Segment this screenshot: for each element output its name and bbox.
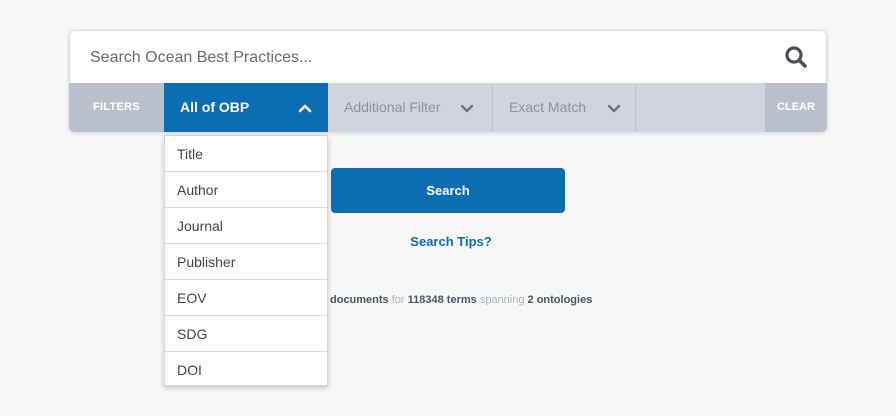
stats-documents: documents <box>330 294 389 306</box>
dropdown-item-journal[interactable]: Journal <box>165 208 327 244</box>
chevron-down-icon <box>460 102 474 114</box>
stats-ontologies: 2 ontologies <box>527 294 593 306</box>
chevron-up-icon <box>298 101 312 113</box>
search-row <box>69 30 827 83</box>
stats-terms: 118348 terms <box>407 294 477 306</box>
primary-filter-label: All of OBP <box>180 99 250 115</box>
dropdown-item-publisher[interactable]: Publisher <box>165 244 327 280</box>
dropdown-item-sdg[interactable]: SDG <box>165 316 327 352</box>
exact-match-label: Exact Match <box>509 99 587 115</box>
dropdown-item-doi[interactable]: DOI <box>165 352 327 388</box>
additional-filter-select[interactable]: Additional Filter <box>328 83 493 132</box>
chevron-down-icon <box>607 102 621 114</box>
stats-spanning: spanning <box>476 294 528 306</box>
index-stats: documents for 118348 terms spanning 2 on… <box>330 294 592 306</box>
additional-filter-label: Additional Filter <box>344 99 441 115</box>
exact-match-select[interactable]: Exact Match <box>493 83 636 132</box>
stats-for: for <box>388 294 408 306</box>
filters-label: FILTERS <box>69 83 164 132</box>
search-icon[interactable] <box>784 45 808 69</box>
search-button[interactable]: Search <box>331 168 565 213</box>
search-tips-link[interactable]: Search Tips? <box>331 234 571 249</box>
search-panel: FILTERS Additional Filter Exact Match CL… <box>69 30 827 132</box>
clear-button[interactable]: CLEAR <box>765 83 827 132</box>
dropdown-item-title[interactable]: Title <box>165 136 327 172</box>
dropdown-item-author[interactable]: Author <box>165 172 327 208</box>
filter-dropdown-menu: Title Author Journal Publisher EOV SDG D… <box>164 135 328 386</box>
primary-filter-select[interactable]: All of OBP <box>164 83 328 132</box>
dropdown-item-eov[interactable]: EOV <box>165 280 327 316</box>
search-input[interactable] <box>90 45 730 71</box>
